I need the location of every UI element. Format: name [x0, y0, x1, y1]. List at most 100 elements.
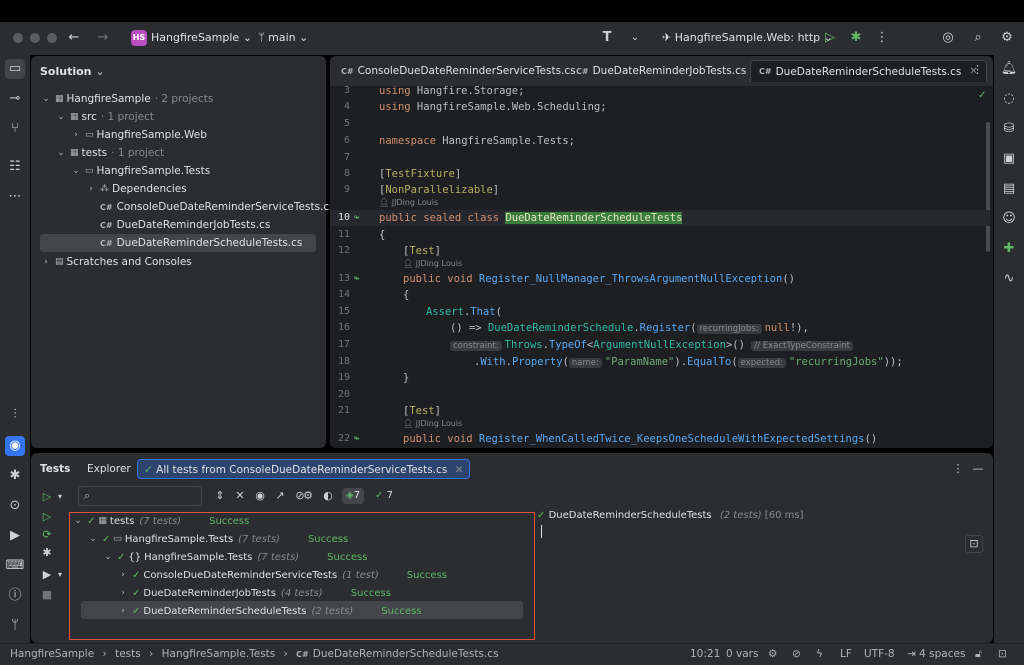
- eye-icon[interactable]: ◉: [252, 488, 268, 504]
- debug-tool-icon[interactable]: ✱: [5, 466, 25, 486]
- tree-item-scratches[interactable]: › ▤ Scratches and Consoles: [40, 253, 192, 271]
- window-close-button[interactable]: [13, 33, 23, 43]
- pull-requests-icon[interactable]: ⑂: [5, 119, 25, 139]
- structure-icon[interactable]: ☷: [5, 157, 25, 177]
- breadcrumb-item[interactable]: HangfireSample.Tests: [162, 648, 276, 660]
- notifications-bell-icon[interactable]: 🔔︎: [999, 59, 1019, 79]
- caret-position[interactable]: 10:21: [690, 648, 720, 660]
- run-icon[interactable]: ▷: [39, 509, 55, 525]
- settings-gear-icon[interactable]: ⚙: [300, 488, 316, 504]
- run-test-gutter-icon[interactable]: ↬: [354, 271, 359, 287]
- more-horizontal-icon[interactable]: ⋯: [5, 187, 25, 207]
- breadcrumb-item[interactable]: tests: [115, 648, 141, 660]
- tree-item-tests-project[interactable]: ⌄ ▭ HangfireSample.Tests: [70, 162, 210, 180]
- indent-setting[interactable]: ⇥ 4 spaces: [907, 648, 965, 660]
- inspection-icon[interactable]: ▣: [999, 149, 1019, 169]
- author-lens[interactable]: 👤︎ JJDing Louis: [379, 198, 438, 210]
- tree-item-src[interactable]: ⌄ ▦ src · 1 project: [55, 108, 154, 126]
- chevron-down-icon[interactable]: ▾: [52, 489, 68, 505]
- test-output-area[interactable]: [537, 523, 983, 638]
- performance-icon[interactable]: ∿: [999, 269, 1019, 289]
- text-tool-icon[interactable]: T: [598, 29, 616, 47]
- test-node-namespace[interactable]: ⌄ ✓{} HangfireSample.Tests (7 tests) Succes…: [102, 548, 367, 566]
- expand-all-icon[interactable]: ⇕: [212, 488, 228, 504]
- build-icon[interactable]: ⊙: [5, 496, 25, 516]
- tab-console-tests[interactable]: C# ConsoleDueDateReminderServiceTests.cs: [333, 60, 584, 82]
- window-minimize-button[interactable]: [30, 33, 40, 43]
- forward-arrow-icon[interactable]: →: [94, 29, 112, 47]
- run-icon[interactable]: ▷: [821, 29, 839, 47]
- plugin-icon[interactable]: ✚: [999, 239, 1019, 259]
- unlock-icon[interactable]: 🔓︎: [975, 648, 982, 661]
- minimize-icon[interactable]: —: [970, 461, 986, 477]
- tab-job-tests[interactable]: C# DueDateReminderJobTests.cs: [568, 60, 754, 82]
- code-editor[interactable]: C# ConsoleDueDateReminderServiceTests.cs …: [330, 56, 993, 448]
- export-icon[interactable]: ↗: [272, 488, 288, 504]
- check-circle-icon[interactable]: ⊘: [792, 648, 801, 660]
- test-node-project[interactable]: ⌄ ✓ ▭ HangfireSample.Tests (7 tests) Success: [87, 530, 348, 548]
- ai-chat-icon[interactable]: ◌: [999, 89, 1019, 109]
- breadcrumb-item[interactable]: HangfireSample: [10, 648, 94, 660]
- line-ending[interactable]: LF: [840, 648, 852, 660]
- terminal-icon[interactable]: ⌨: [5, 556, 25, 576]
- run-test-gutter-icon[interactable]: ↬: [354, 431, 359, 447]
- author-lens[interactable]: 👤︎ JJDing Louis: [403, 419, 462, 431]
- tree-item-solution[interactable]: ⌄ ▦ HangfireSample · 2 projects: [40, 90, 213, 108]
- commit-icon[interactable]: ⊸: [5, 89, 25, 109]
- tree-item-dependencies[interactable]: › ⁂ Dependencies: [85, 180, 187, 198]
- window-zoom-button[interactable]: [47, 33, 57, 43]
- vars-count[interactable]: 0 vars: [726, 648, 758, 660]
- branch-selector[interactable]: ᛘ main ⌄: [258, 31, 308, 44]
- power-save-icon[interactable]: ϟ: [816, 648, 823, 660]
- chevron-down-icon[interactable]: ⌄: [626, 29, 644, 47]
- more-vertical-icon[interactable]: ⋮: [972, 63, 983, 76]
- services-icon[interactable]: ⫶: [5, 405, 25, 425]
- tab-schedule-tests[interactable]: C# DueDateReminderScheduleTests.cs ✕: [750, 60, 987, 82]
- tab-test-run-session[interactable]: ✓ All tests from ConsoleDueDateReminderS…: [137, 459, 471, 479]
- folder-icon[interactable]: ▭: [5, 59, 25, 79]
- breadcrumb-item[interactable]: DueDateReminderScheduleTests.cs: [313, 648, 499, 660]
- run-tool-icon[interactable]: ▶: [5, 526, 25, 546]
- notifications-icon[interactable]: ⊡: [998, 648, 1007, 660]
- problems-icon[interactable]: ⓘ: [5, 586, 25, 606]
- close-icon[interactable]: ✕: [455, 464, 464, 476]
- project-selector[interactable]: HangfireSample ⌄: [151, 31, 252, 44]
- endpoints-icon[interactable]: ▤: [999, 179, 1019, 199]
- run-config-selector[interactable]: ✈ HangfireSample.Web: http ⌄: [662, 31, 833, 44]
- passed-filter-toggle[interactable]: ◈7: [342, 488, 365, 504]
- test-node-class-selected[interactable]: › ✓ DueDateReminderScheduleTests (2 tests)…: [117, 602, 421, 620]
- chevron-down-icon[interactable]: ▾: [52, 567, 68, 583]
- more-vertical-icon[interactable]: ⋮: [873, 29, 891, 47]
- test-search-input[interactable]: ⌕: [78, 486, 202, 506]
- tab-tests[interactable]: Tests: [40, 459, 70, 479]
- author-lens[interactable]: 👤︎ JJDing Louis: [403, 259, 462, 271]
- filter-icon[interactable]: ◐: [320, 488, 336, 504]
- tree-item-file[interactable]: C# ConsoleDueDateReminderServiceTests.cs: [100, 198, 335, 216]
- settings-gear-icon[interactable]: ⚙: [998, 29, 1016, 47]
- database-icon[interactable]: ⛁: [999, 119, 1019, 139]
- tree-item-file[interactable]: C# DueDateReminderJobTests.cs: [100, 216, 270, 234]
- tree-item-file-selected[interactable]: C# DueDateReminderScheduleTests.cs: [100, 234, 302, 252]
- screenshot-icon[interactable]: ⊡: [965, 535, 983, 553]
- copilot-icon[interactable]: ☺: [999, 209, 1019, 229]
- tree-item-tests[interactable]: ⌄ ▦ tests · 1 project: [55, 144, 164, 162]
- more-vertical-icon[interactable]: ⋮: [950, 461, 966, 477]
- debug-icon[interactable]: ✱: [39, 545, 55, 561]
- unit-tests-icon[interactable]: ◉: [5, 436, 25, 456]
- tree-item-web-project[interactable]: › ▭ HangfireSample.Web: [70, 126, 207, 144]
- back-arrow-icon[interactable]: ←: [65, 29, 83, 47]
- test-node-class[interactable]: › ✓ DueDateReminderJobTests (4 tests) Succe…: [117, 584, 391, 602]
- total-filter-toggle[interactable]: ✓ 7: [375, 488, 393, 504]
- ai-assistant-icon[interactable]: ◎: [939, 29, 957, 47]
- git-icon[interactable]: ᛘ: [5, 616, 25, 636]
- test-node-tests[interactable]: ⌄ ✓ ▦ tests (7 tests) Success: [72, 512, 249, 530]
- plugin-status-icon[interactable]: ⚙: [768, 648, 777, 660]
- run-tests-gutter-icon[interactable]: ↬: [354, 210, 359, 226]
- debug-icon[interactable]: ✱: [847, 29, 865, 47]
- tab-explorer[interactable]: Explorer: [87, 459, 131, 479]
- collapse-all-icon[interactable]: ✕: [232, 488, 248, 504]
- test-node-class[interactable]: › ✓ ConsoleDueDateReminderServiceTests (1 …: [117, 566, 447, 584]
- solution-header[interactable]: Solution ⌄: [40, 65, 105, 78]
- search-icon[interactable]: ⌕: [969, 29, 987, 47]
- file-encoding[interactable]: UTF-8: [864, 648, 895, 660]
